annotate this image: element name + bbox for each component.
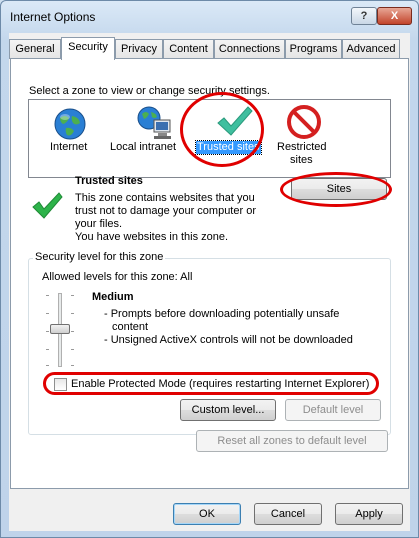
slider-tick [71, 295, 74, 296]
slider-tick [46, 313, 49, 314]
reset-all-zones-button: Reset all zones to default level [196, 430, 388, 452]
checkmark-icon [32, 192, 63, 219]
allowed-levels-label: Allowed levels for this zone: All [42, 271, 193, 283]
tab-content[interactable]: Content [163, 39, 214, 59]
apply-button[interactable]: Apply [335, 503, 403, 525]
tab-label: General [15, 43, 55, 55]
window-title: Internet Options [10, 10, 96, 24]
zone-desc-line: your files. [75, 218, 123, 230]
security-level-group-title: Security level for this zone [33, 251, 166, 263]
close-button[interactable]: X [377, 7, 412, 25]
custom-level-button[interactable]: Custom level... [180, 399, 276, 421]
security-level-name: Medium [92, 291, 134, 303]
zone-restricted-label-1[interactable]: Restricted [277, 141, 327, 154]
title-bar[interactable]: Internet Options ? X [1, 1, 418, 33]
tab-label: Privacy [120, 43, 158, 55]
level-desc-line: - Unsigned ActiveX controls will not be … [104, 334, 353, 346]
zone-desc-line: trust not to damage your computer or [75, 205, 256, 217]
annotation-ellipse-sites [280, 172, 392, 207]
annotation-ellipse-protected-mode [43, 372, 379, 395]
slider-tick [71, 365, 74, 366]
security-tab-page: Select a zone to view or change security… [10, 58, 409, 489]
zone-info-description: This zone contains websites that you tru… [75, 192, 256, 244]
slider-tick [46, 349, 49, 350]
slider-tick [71, 349, 74, 350]
zone-desc-line: This zone contains websites that you [75, 192, 255, 204]
security-level-description: - Prompts before downloading potentially… [104, 308, 353, 347]
tab-label: Security [68, 41, 108, 53]
cancel-button[interactable]: Cancel [254, 503, 322, 525]
zone-restricted-label-2[interactable]: sites [290, 154, 313, 167]
tab-advanced[interactable]: Advanced [342, 39, 400, 59]
ok-button[interactable]: OK [173, 503, 241, 525]
zone-internet-label[interactable]: Internet [50, 141, 87, 154]
annotation-ellipse-trusted-sites [180, 92, 264, 167]
tab-label: Programs [289, 43, 338, 55]
slider-thumb[interactable] [50, 324, 70, 334]
tab-general[interactable]: General [9, 39, 61, 59]
slider-tick [46, 295, 49, 296]
level-desc-line: - Prompts before downloading potentially… [104, 308, 340, 320]
tab-label: Content [169, 43, 208, 55]
tab-connections[interactable]: Connections [214, 39, 285, 59]
tab-label: Advanced [346, 43, 396, 55]
slider-tick [46, 365, 49, 366]
local-intranet-icon[interactable] [134, 104, 174, 142]
tab-privacy[interactable]: Privacy [115, 39, 163, 59]
help-button[interactable]: ? [351, 7, 377, 25]
slider-tick [46, 331, 49, 332]
slider-tick [71, 331, 74, 332]
no-entry-icon[interactable] [287, 105, 321, 139]
level-desc-line: content [112, 321, 149, 333]
globe-icon[interactable] [52, 106, 88, 142]
tab-security[interactable]: Security [61, 37, 115, 60]
slider-tick [71, 313, 74, 314]
tab-label: Connections [218, 43, 281, 55]
default-level-button: Default level [285, 399, 381, 421]
tab-programs[interactable]: Programs [285, 39, 342, 59]
security-level-slider[interactable] [45, 291, 75, 371]
internet-options-window: Internet Options ? X General Security Pr… [0, 0, 419, 538]
zone-local-intranet-label[interactable]: Local intranet [110, 141, 176, 154]
zone-info-title: Trusted sites [75, 175, 143, 187]
zone-desc-line: You have websites in this zone. [75, 231, 229, 243]
